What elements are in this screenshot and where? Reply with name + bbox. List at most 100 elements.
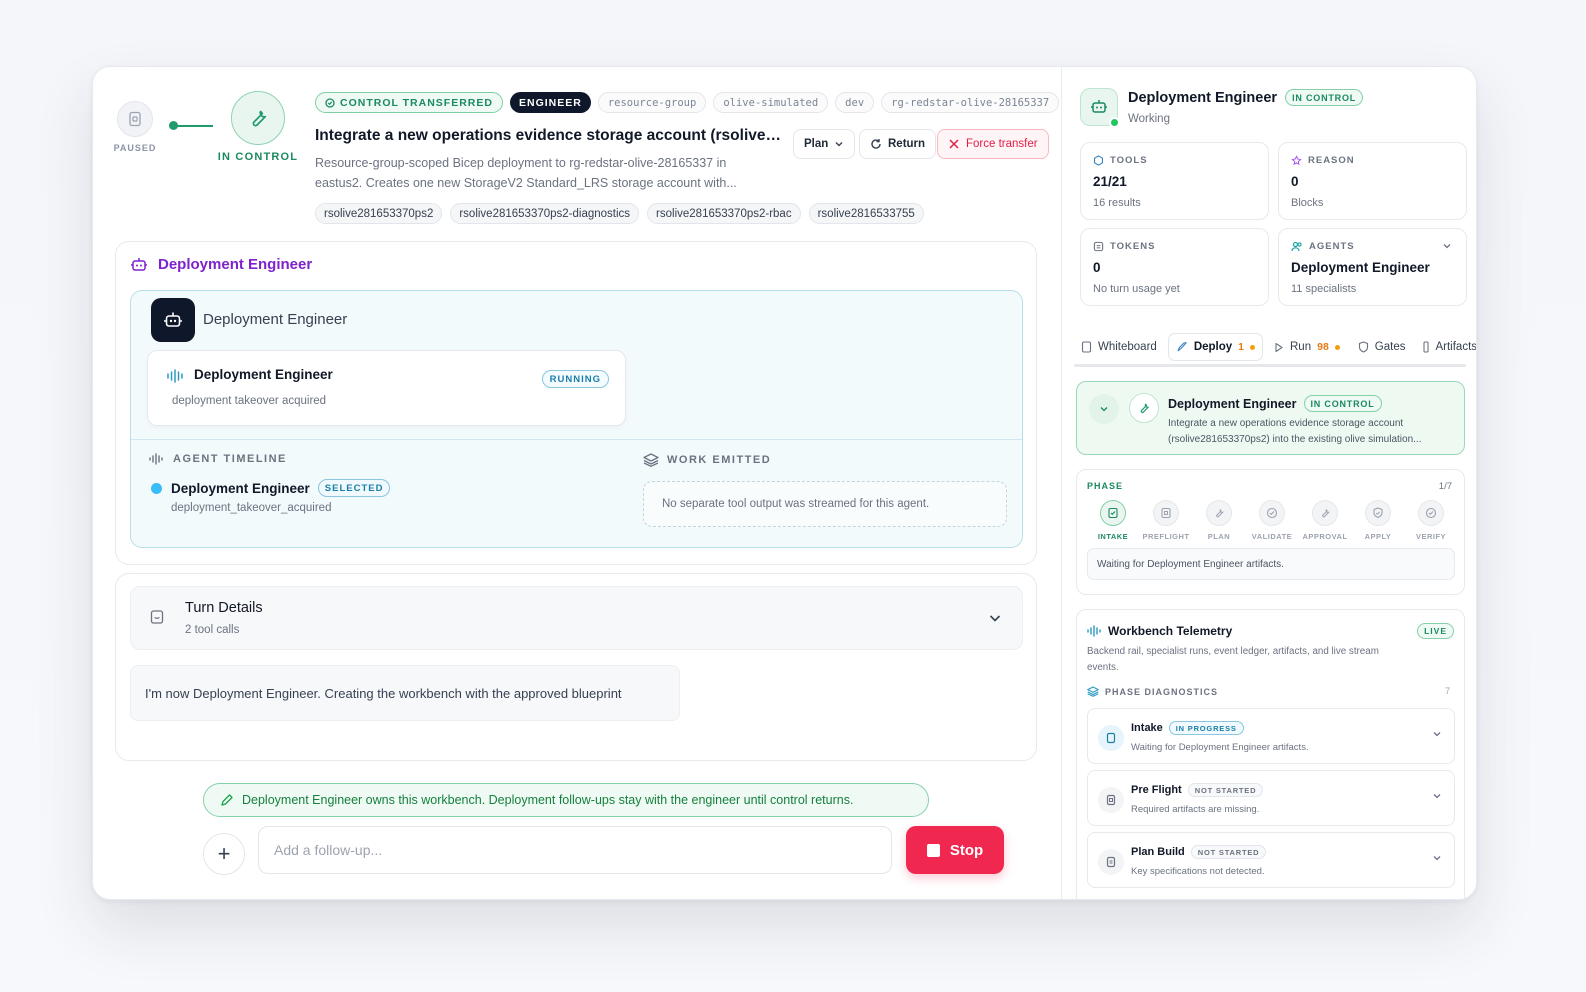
timeline-entry[interactable]: Deployment Engineer SELECTED bbox=[171, 479, 391, 497]
plan-dropdown-button[interactable]: Plan bbox=[793, 129, 856, 159]
chevron-down-icon bbox=[1433, 856, 1441, 861]
agents-label: AGENTS bbox=[1309, 241, 1355, 252]
phase-step-label: PLAN bbox=[1207, 532, 1231, 541]
tab-artifacts[interactable]: Artifacts bbox=[1416, 333, 1476, 361]
stop-label: Stop bbox=[949, 841, 984, 859]
force-transfer-button[interactable]: Force transfer bbox=[937, 129, 1049, 159]
document-icon bbox=[1106, 732, 1116, 744]
status-badge: NOT STARTED bbox=[1190, 845, 1267, 859]
resource-tag[interactable]: rsolive281653370ps2-diagnostics bbox=[450, 203, 640, 224]
phase-step-approval[interactable]: APPROVAL bbox=[1299, 500, 1351, 541]
layers-icon bbox=[643, 453, 659, 467]
diagnostic-item-intake[interactable]: Intake IN PROGRESS Waiting for Deployment… bbox=[1087, 708, 1455, 764]
resource-tag[interactable]: rsolive281653370ps2 bbox=[315, 203, 443, 224]
tab-deploy-label: Deploy bbox=[1193, 341, 1233, 353]
reason-sub: Blocks bbox=[1291, 197, 1324, 209]
side-agent-status: Working bbox=[1128, 113, 1170, 125]
chevron-down-icon bbox=[835, 142, 843, 147]
stop-button[interactable]: Stop bbox=[906, 826, 1004, 874]
agent-panel: Deployment Engineer Deployment Engineer … bbox=[130, 290, 1023, 548]
check-circle-icon bbox=[325, 97, 335, 108]
diagnostic-icon bbox=[1098, 849, 1124, 875]
header-pills: CONTROL TRANSFERRED ENGINEER resource-gr… bbox=[315, 92, 1060, 113]
phase-fraction: 1/7 bbox=[1438, 481, 1452, 492]
timeline-entry-name: Deployment Engineer bbox=[171, 480, 310, 496]
diagnostic-name: Pre Flight bbox=[1131, 784, 1182, 796]
phase-step-intake[interactable]: INTAKE bbox=[1087, 500, 1139, 541]
tab-gates[interactable]: Gates bbox=[1351, 333, 1413, 361]
meta-pill: olive-simulated bbox=[713, 92, 829, 113]
reason-icon bbox=[1291, 155, 1302, 166]
tools-value: 21/21 bbox=[1093, 174, 1127, 189]
tab-deploy[interactable]: Deploy 1 bbox=[1167, 333, 1263, 361]
phase-step-plan[interactable]: PLAN bbox=[1193, 500, 1245, 541]
tab-run-label: Run bbox=[1290, 341, 1312, 353]
turn-details-toggle[interactable]: Turn Details 2 tool calls bbox=[130, 586, 1023, 650]
verify-icon bbox=[1425, 507, 1437, 519]
tab-whiteboard[interactable]: Whiteboard bbox=[1074, 333, 1164, 361]
control-card[interactable]: Deployment Engineer IN CONTROL Integrate… bbox=[1076, 381, 1465, 455]
ownership-notice-text: Deployment Engineer owns this workbench.… bbox=[242, 793, 854, 807]
tabs-scrollbar[interactable] bbox=[1074, 364, 1466, 367]
agent-name: Deployment Engineer bbox=[203, 311, 348, 328]
phase-label: PHASE bbox=[1087, 481, 1124, 491]
tab-run[interactable]: Run 98 bbox=[1267, 333, 1347, 361]
agents-stat[interactable]: AGENTS Deployment Engineer 11 specialist… bbox=[1278, 228, 1467, 306]
control-transferred-text: CONTROL TRANSFERRED bbox=[340, 96, 493, 109]
tools-label: TOOLS bbox=[1110, 155, 1148, 166]
tools-stat: TOOLS 21/21 16 results bbox=[1080, 142, 1269, 220]
phase-step-label: INTAKE bbox=[1097, 532, 1129, 541]
paused-label: PAUSED bbox=[113, 143, 157, 153]
artifact-icon bbox=[1423, 341, 1430, 353]
layers-icon bbox=[1087, 686, 1099, 697]
control-card-title: Deployment Engineer bbox=[1168, 396, 1297, 411]
agent-run-card[interactable]: Deployment Engineer RUNNING deployment t… bbox=[147, 350, 626, 426]
return-button[interactable]: Return bbox=[859, 129, 937, 159]
work-emitted-heading: WORK EMITTED bbox=[643, 453, 771, 467]
diagnostic-item-plan-build[interactable]: Plan Build NOT STARTED Key specifications… bbox=[1087, 832, 1455, 888]
agent-card-heading: Deployment Engineer bbox=[130, 256, 312, 273]
whiteboard-icon bbox=[1081, 341, 1092, 353]
phase-stepper: INTAKE PREFLIGHT PLAN VALIDATE APPROVAL bbox=[1087, 500, 1457, 541]
selected-badge: SELECTED bbox=[317, 479, 391, 497]
add-attachment-button[interactable]: + bbox=[203, 833, 245, 875]
telemetry-heading: Workbench Telemetry bbox=[1087, 624, 1232, 638]
reason-stat: REASON 0 Blocks bbox=[1278, 142, 1467, 220]
chevron-down-icon bbox=[1433, 794, 1441, 799]
refresh-icon bbox=[871, 139, 881, 149]
meta-pill: dev bbox=[835, 92, 875, 113]
turn-details-title: Turn Details bbox=[185, 600, 263, 616]
diagnostic-detail: Key specifications not detected. bbox=[1131, 866, 1265, 877]
phase-step-label: APPROVAL bbox=[1302, 532, 1348, 541]
agent-card: Deployment Engineer Deployment Engineer … bbox=[115, 241, 1037, 565]
robot-icon bbox=[131, 257, 147, 271]
activity-wave-icon bbox=[167, 369, 183, 383]
control-card-description: Integrate a new operations evidence stor… bbox=[1168, 418, 1422, 445]
phase-step-validate[interactable]: VALIDATE bbox=[1246, 500, 1298, 541]
preflight-icon bbox=[1106, 794, 1116, 806]
follow-up-input[interactable] bbox=[258, 826, 892, 874]
in-control-node bbox=[231, 91, 285, 145]
diagnostic-icon bbox=[1098, 725, 1124, 751]
tab-run-count: 98 bbox=[1317, 341, 1329, 353]
phase-step-preflight[interactable]: PREFLIGHT bbox=[1140, 500, 1192, 541]
status-badge: IN PROGRESS bbox=[1168, 721, 1244, 735]
activity-wave-icon bbox=[1087, 625, 1101, 637]
waveform-icon bbox=[149, 453, 163, 465]
timeline-entry-event: deployment_takeover_acquired bbox=[171, 502, 332, 514]
resource-tag[interactable]: rsolive281653370ps2-rbac bbox=[647, 203, 801, 224]
activity-dot bbox=[1334, 344, 1340, 350]
side-panel: Deployment Engineer IN CONTROL Working T… bbox=[1061, 67, 1476, 899]
document-icon bbox=[129, 111, 141, 127]
check-circle-icon bbox=[1266, 507, 1278, 519]
workbench-window: PAUSED IN CONTROL CONTROL TRANSFERRED EN… bbox=[92, 66, 1477, 900]
resource-tag[interactable]: rsolive2816533755 bbox=[808, 203, 924, 224]
diagnostic-detail: Waiting for Deployment Engineer artifact… bbox=[1131, 742, 1309, 753]
diagnostic-name: Plan Build bbox=[1131, 846, 1185, 858]
page-subtitle: Resource-group-scoped Bicep deployment t… bbox=[315, 156, 737, 190]
diagnostic-item-preflight[interactable]: Pre Flight NOT STARTED Required artifacts… bbox=[1087, 770, 1455, 826]
agents-value: Deployment Engineer bbox=[1291, 260, 1430, 275]
collapse-toggle[interactable] bbox=[1089, 394, 1119, 424]
phase-step-apply[interactable]: APPLY bbox=[1352, 500, 1404, 541]
phase-step-verify[interactable]: VERIFY bbox=[1405, 500, 1457, 541]
